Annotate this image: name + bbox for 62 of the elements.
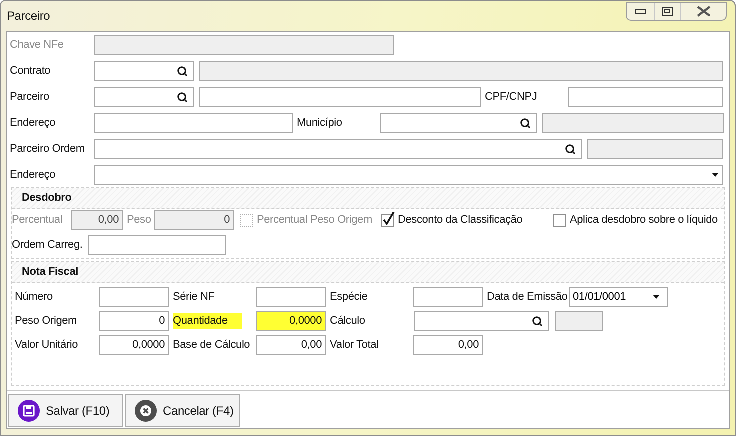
group-title: Nota Fiscal xyxy=(22,264,78,280)
search-icon xyxy=(177,66,188,76)
input-field[interactable]: 0,00 xyxy=(413,335,483,355)
field-label: CPF/CNPJ xyxy=(485,90,538,105)
search-icon xyxy=(177,92,188,102)
field-label: Percentual xyxy=(12,212,63,228)
field-label: Ordem Carreg. xyxy=(12,238,83,253)
input-field[interactable]: 0,0000 xyxy=(99,335,169,355)
search-field[interactable] xyxy=(94,61,194,81)
input-field[interactable] xyxy=(413,287,483,307)
checkbox[interactable] xyxy=(381,214,394,226)
field-label: Base de Cálculo xyxy=(173,338,250,353)
search-icon xyxy=(520,118,531,128)
input-field[interactable] xyxy=(256,287,326,307)
field-label: Endereço xyxy=(10,116,56,131)
maximize-icon xyxy=(662,7,673,16)
input-field[interactable]: 0 xyxy=(99,311,169,331)
save-button[interactable]: Salvar (F10) xyxy=(8,394,123,427)
floppy-disk-icon xyxy=(18,400,40,422)
search-field[interactable] xyxy=(380,113,537,133)
date-field[interactable]: 01/01/0001 xyxy=(569,287,668,307)
input-field[interactable]: 0,0000 xyxy=(256,311,326,331)
field-label: Parceiro xyxy=(10,90,50,105)
field-label: Quantidade xyxy=(173,312,242,330)
field-label: Cálculo xyxy=(330,314,366,329)
input-field[interactable]: 0,00 xyxy=(256,335,326,355)
checkbox-label: Desconto da Classificação xyxy=(398,212,523,228)
field-label: Valor Unitário xyxy=(15,338,78,353)
search-field[interactable] xyxy=(94,139,582,159)
search-field[interactable] xyxy=(94,87,194,107)
close-icon xyxy=(696,6,710,17)
checkbox-label: Percentual Peso Origem xyxy=(257,212,372,228)
checkbox-label: Aplica desdobro sobre o líquido xyxy=(570,212,718,228)
field-label: Chave NFe xyxy=(10,38,64,53)
input-field[interactable] xyxy=(568,87,723,107)
cancel-button[interactable]: Cancelar (F4) xyxy=(125,394,240,427)
dropdown-caret-icon xyxy=(653,295,660,299)
search-icon xyxy=(565,144,576,154)
field-label: Data de Emissão xyxy=(487,290,568,305)
field-label: Município xyxy=(297,116,342,131)
field-label: Parceiro Ordem xyxy=(10,142,85,157)
field-label: Endereço xyxy=(10,168,56,183)
cancel-icon xyxy=(135,400,157,422)
field-label: Valor Total xyxy=(330,338,379,353)
field-label: Série NF xyxy=(173,290,215,305)
search-icon xyxy=(532,316,543,326)
group-title: Desdobro xyxy=(22,190,72,206)
dropdown-field[interactable] xyxy=(94,165,723,185)
dropdown-caret-icon xyxy=(712,173,719,177)
search-field[interactable] xyxy=(414,311,549,331)
minimize-icon xyxy=(635,9,646,14)
input-field[interactable] xyxy=(94,113,293,133)
field-label: Peso Origem xyxy=(15,314,77,329)
field-label: Espécie xyxy=(330,290,368,305)
field-label: Peso xyxy=(127,212,152,228)
field-label: Contrato xyxy=(10,64,51,79)
input-field[interactable] xyxy=(99,287,169,307)
field-label: Número xyxy=(15,290,53,305)
checkbox[interactable] xyxy=(553,214,566,226)
input-field[interactable] xyxy=(199,87,481,107)
input-field[interactable] xyxy=(88,235,226,255)
window-title: Parceiro xyxy=(7,8,50,25)
